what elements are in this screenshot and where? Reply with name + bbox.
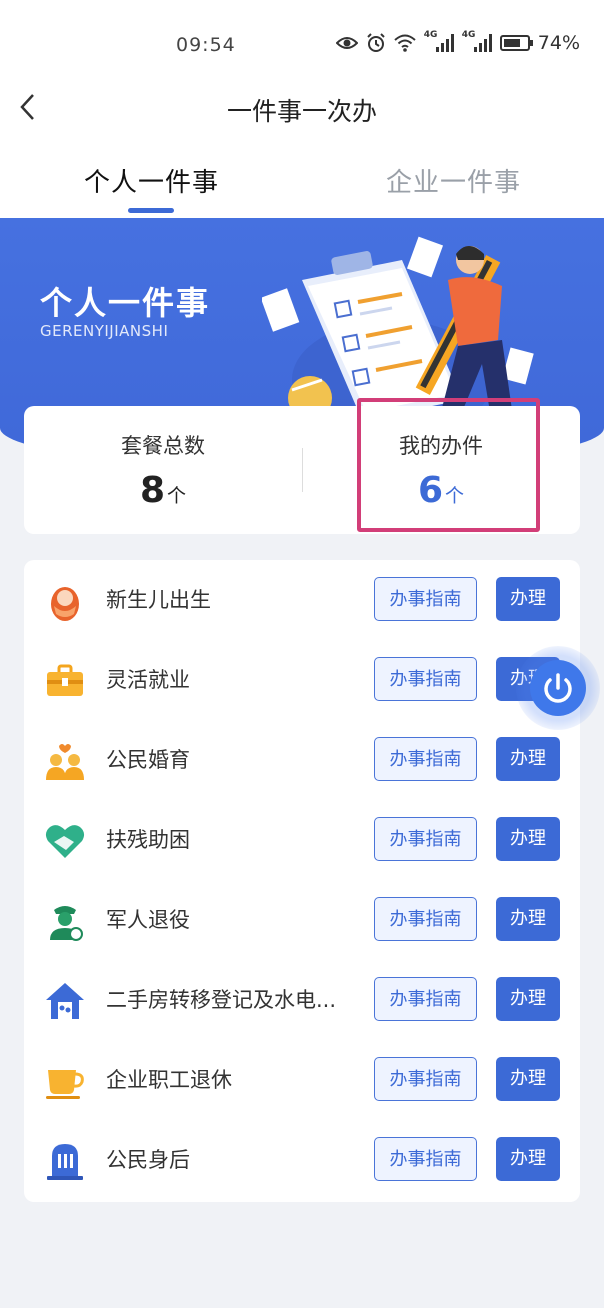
status-bar: 09:54 4G 4G 74% (0, 0, 604, 80)
status-time: 09:54 (176, 34, 236, 56)
handle-button[interactable]: 办理 (496, 737, 560, 781)
list-item: 企业职工退休 办事指南 办理 (24, 1040, 580, 1120)
battery-icon (499, 35, 533, 51)
item-name: 公民身后 (106, 1148, 190, 1172)
handle-button[interactable]: 办理 (496, 897, 560, 941)
list-item: 公民婚育 办事指南 办理 (24, 720, 580, 800)
floating-power-button[interactable] (516, 646, 600, 730)
guide-button[interactable]: 办事指南 (374, 1057, 477, 1101)
battery-percent: 74% (537, 32, 580, 54)
stat-mine-value-wrap: 6个 (302, 470, 580, 511)
stat-my-cases[interactable]: 我的办件 6个 (302, 406, 580, 534)
tab-bar: 个人一件事 企业一件事 (0, 140, 604, 218)
tab-indicator (128, 208, 174, 213)
list-item: 军人退役 办事指南 办理 (24, 880, 580, 960)
stats-card: 套餐总数 8个 我的办件 6个 (24, 406, 580, 534)
guide-button[interactable]: 办事指南 (374, 977, 477, 1021)
stat-total-value-wrap: 8个 (24, 470, 302, 511)
stat-total-value: 8 (139, 470, 166, 511)
signal-icon-2: 4G (462, 30, 492, 52)
teacup-icon (46, 1070, 84, 1099)
handle-button[interactable]: 办理 (496, 1057, 560, 1101)
guide-button[interactable]: 办事指南 (374, 737, 477, 781)
stat-total-unit: 个 (167, 485, 187, 507)
stat-total-label: 套餐总数 (121, 434, 205, 458)
stat-total: 套餐总数 8个 (24, 406, 302, 534)
nav-bar: 一件事一次办 (0, 80, 604, 140)
soldier-icon (50, 906, 83, 941)
handle-button[interactable]: 办理 (496, 577, 560, 621)
couple-icon (46, 744, 84, 780)
item-name: 二手房转移登记及水电... (106, 988, 337, 1012)
item-name: 企业职工退休 (106, 1068, 232, 1092)
banner-title: 个人一件事 (40, 284, 211, 322)
power-icon (544, 673, 572, 703)
stat-mine-label: 我的办件 (399, 434, 483, 458)
list-item: 新生儿出生 办事指南 办理 (24, 560, 580, 640)
item-name: 灵活就业 (106, 668, 190, 692)
tab-enterprise[interactable]: 企业一件事 (386, 162, 521, 199)
list-item: 灵活就业 办事指南 办理 (24, 640, 580, 720)
item-name: 军人退役 (106, 908, 190, 932)
handle-button[interactable]: 办理 (496, 977, 560, 1021)
service-list: 新生儿出生 办事指南 办理 灵活就业 办事指南 办理 公民婚育 办事指南 办理 … (24, 560, 580, 1202)
guide-button[interactable]: 办事指南 (374, 817, 477, 861)
list-item: 公民身后 办事指南 办理 (24, 1120, 580, 1200)
banner-subtitle: GERENYIJIANSHI (40, 322, 169, 340)
handshake-icon (45, 825, 85, 858)
tombstone-icon (47, 1144, 83, 1180)
signal-icon: 4G (424, 30, 454, 52)
guide-button[interactable]: 办事指南 (374, 657, 477, 701)
stat-mine-unit: 个 (445, 485, 465, 507)
item-name: 公民婚育 (106, 748, 190, 772)
handle-button[interactable]: 办理 (496, 1137, 560, 1181)
checklist-illustration (262, 236, 534, 430)
guide-button[interactable]: 办事指南 (374, 577, 477, 621)
alarm-icon (367, 33, 385, 52)
baby-icon (51, 587, 79, 621)
eye-icon (335, 37, 358, 49)
guide-button[interactable]: 办事指南 (374, 897, 477, 941)
wifi-icon (394, 34, 416, 52)
network-label-2: 4G (461, 30, 476, 40)
item-name: 扶残助困 (106, 828, 190, 852)
list-item: 二手房转移登记及水电... 办事指南 办理 (24, 960, 580, 1040)
tab-personal[interactable]: 个人一件事 (84, 162, 219, 199)
list-item: 扶残助困 办事指南 办理 (24, 800, 580, 880)
status-icons: 4G 4G 74% (335, 30, 580, 54)
stat-mine-value: 6 (417, 470, 444, 511)
network-label: 4G (423, 30, 438, 40)
handle-button[interactable]: 办理 (496, 817, 560, 861)
house-icon (46, 983, 84, 1019)
power-button-inner (530, 660, 586, 716)
item-name: 新生儿出生 (106, 588, 211, 612)
guide-button[interactable]: 办事指南 (374, 1137, 477, 1181)
page-title: 一件事一次办 (226, 97, 377, 126)
briefcase-icon (47, 664, 83, 696)
